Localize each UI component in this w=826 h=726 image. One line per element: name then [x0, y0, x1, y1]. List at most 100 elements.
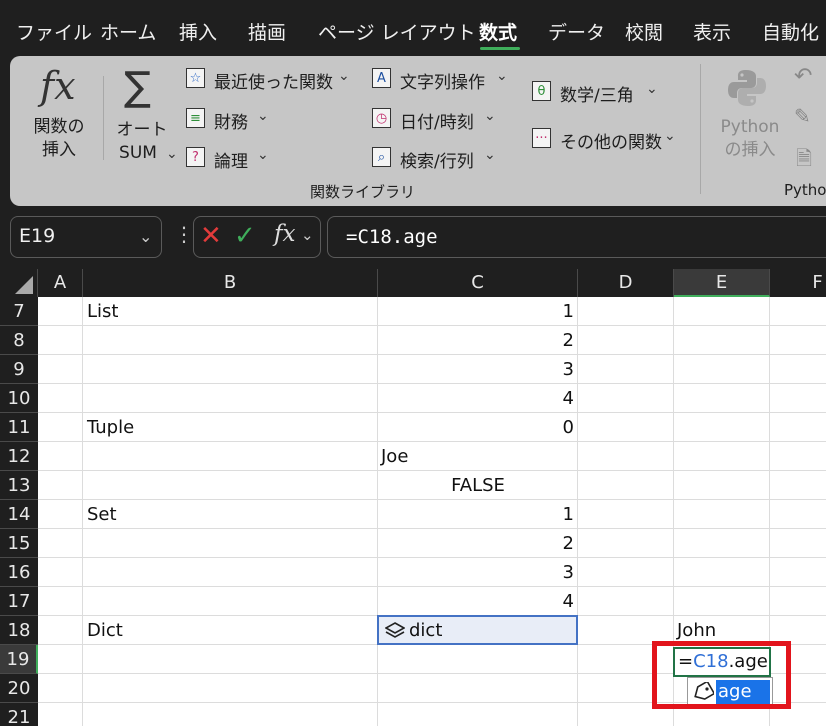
more-functions-button[interactable]: ··· その他の関数 ⌄ — [532, 126, 692, 153]
tab-home[interactable]: ホーム — [100, 18, 156, 45]
theta-icon: θ — [532, 81, 551, 101]
confirm-icon[interactable]: ✓ — [234, 221, 256, 251]
datetime-button[interactable]: ◷ 日付/時刻 ⌄ — [372, 106, 512, 133]
tab-view[interactable]: 表示 — [693, 18, 731, 45]
cell-b7[interactable]: List — [87, 297, 118, 326]
column-header-d[interactable]: D — [578, 269, 674, 297]
star-icon: ☆ — [186, 68, 205, 88]
divider — [700, 64, 701, 194]
column-header-f[interactable]: F — [770, 269, 826, 297]
text-functions-button[interactable]: A 文字列操作 ⌄ — [372, 66, 512, 93]
cancel-icon[interactable]: ✕ — [200, 221, 222, 251]
question-icon: ? — [186, 147, 205, 167]
row-header-17[interactable]: 17 — [0, 587, 38, 616]
formula-actions: ✕ ✓ fx ⌄ — [193, 216, 321, 258]
row-header-14[interactable]: 14 — [0, 500, 38, 529]
cell-c17[interactable]: 4 — [380, 587, 574, 616]
row-header-10[interactable]: 10 — [0, 384, 38, 413]
clock-icon: ◷ — [372, 108, 391, 128]
column-headers: A B C D E F — [0, 269, 826, 297]
tab-page-layout[interactable]: ページ レイアウト — [318, 18, 476, 45]
row-header-16[interactable]: 16 — [0, 558, 38, 587]
name-box-value: E19 — [19, 225, 56, 247]
logical-button[interactable]: ? 論理 ⌄ — [186, 145, 276, 172]
row-header-18[interactable]: 18 — [0, 616, 38, 645]
cell-c8[interactable]: 2 — [380, 326, 574, 355]
cell-c14[interactable]: 1 — [380, 500, 574, 529]
row-header-13[interactable]: 13 — [0, 471, 38, 500]
chevron-down-icon: ⌄ — [166, 146, 178, 162]
tab-data[interactable]: データ — [548, 18, 605, 45]
row-header-9[interactable]: 9 — [0, 355, 38, 384]
tab-file[interactable]: ファイル — [16, 18, 92, 45]
chevron-down-icon: ⌄ — [338, 68, 350, 84]
magnifier-icon: ⌕ — [372, 147, 391, 167]
cell-c16[interactable]: 3 — [380, 558, 574, 587]
python-group-label: Pytho — [784, 181, 826, 199]
chevron-down-icon: ⌄ — [139, 227, 153, 246]
grid-line — [377, 297, 378, 726]
more-functions-label: その他の関数 — [560, 133, 662, 153]
divider — [103, 76, 104, 160]
insert-function-label-1: 関数の — [33, 117, 85, 137]
fx-icon[interactable]: fx — [274, 221, 295, 247]
lookup-label: 検索/行列 — [400, 152, 474, 172]
vertical-dots-icon[interactable]: ⋮ — [174, 222, 194, 246]
undo-icon[interactable]: ↶ — [794, 64, 812, 89]
cell-b14[interactable]: Set — [87, 500, 117, 529]
tab-automate[interactable]: 自動化 — [762, 18, 819, 45]
cell-c18-dict[interactable]: dict — [377, 615, 578, 645]
recent-functions-label: 最近使った関数 — [214, 73, 333, 93]
column-header-e[interactable]: E — [674, 269, 770, 297]
column-header-a[interactable]: A — [38, 269, 83, 297]
row-header-15[interactable]: 15 — [0, 529, 38, 558]
autosum-label-1: オート — [116, 120, 168, 140]
pen-icon[interactable]: ✎ — [794, 104, 811, 128]
cell-b18[interactable]: Dict — [87, 616, 123, 645]
spreadsheet-grid[interactable]: A B C D E F 7 8 9 10 11 12 13 14 15 16 1… — [0, 269, 826, 726]
fx-icon: fx — [40, 64, 76, 108]
menu-bar: ファイル ホーム 挿入 描画 ページ レイアウト 数式 データ 校閲 表示 自動… — [0, 0, 826, 54]
cell-b11[interactable]: Tuple — [87, 413, 134, 442]
row-header-12[interactable]: 12 — [0, 442, 38, 471]
layers-icon — [385, 622, 405, 638]
column-header-c[interactable]: C — [378, 269, 578, 297]
lookup-button[interactable]: ⌕ 検索/行列 ⌄ — [372, 145, 512, 172]
math-button[interactable]: θ 数学/三角 ⌄ — [532, 79, 672, 106]
tab-review[interactable]: 校閲 — [625, 18, 663, 45]
select-all-button[interactable] — [0, 269, 38, 297]
row-header-8[interactable]: 8 — [0, 326, 38, 355]
chevron-down-icon[interactable]: ⌄ — [301, 226, 314, 244]
chevron-down-icon: ⌄ — [257, 108, 269, 124]
cell-c13[interactable]: FALSE — [378, 471, 578, 500]
cell-c7[interactable]: 1 — [380, 297, 574, 326]
row-header-11[interactable]: 11 — [0, 413, 38, 442]
chevron-down-icon: ⌄ — [484, 147, 496, 163]
row-header-7[interactable]: 7 — [0, 297, 38, 326]
grid-line — [82, 297, 83, 726]
logical-label: 論理 — [214, 152, 248, 172]
recent-functions-button[interactable]: ☆ 最近使った関数 ⌄ — [186, 66, 356, 93]
financial-button[interactable]: ≡ 財務 ⌄ — [186, 106, 276, 133]
cell-c11[interactable]: 0 — [380, 413, 574, 442]
row-header-19[interactable]: 19 — [0, 645, 38, 674]
tab-draw[interactable]: 描画 — [248, 18, 286, 45]
autosum-button[interactable]: ∑ オート SUM ⌄ — [108, 64, 178, 164]
insert-python-button[interactable]: Python の挿入 — [710, 64, 790, 164]
row-header-20[interactable]: 20 — [0, 674, 38, 703]
insert-function-button[interactable]: fx 関数の 挿入 — [22, 64, 96, 164]
column-header-b[interactable]: B — [83, 269, 378, 297]
row-header-21[interactable]: 21 — [0, 703, 38, 726]
cell-c15[interactable]: 2 — [380, 529, 574, 558]
name-box[interactable]: E19 ⌄ — [10, 216, 162, 258]
cell-c10[interactable]: 4 — [380, 384, 574, 413]
tab-insert[interactable]: 挿入 — [179, 18, 217, 45]
formula-input[interactable]: =C18.age — [327, 216, 826, 258]
cell-c12[interactable]: Joe — [381, 442, 408, 471]
math-label: 数学/三角 — [560, 86, 634, 106]
autosum-label-2: SUM — [119, 143, 157, 163]
tab-formulas[interactable]: 数式 — [479, 18, 517, 45]
dict-label: dict — [409, 620, 443, 641]
cell-c9[interactable]: 3 — [380, 355, 574, 384]
document-icon[interactable]: 🗎 — [796, 144, 812, 178]
